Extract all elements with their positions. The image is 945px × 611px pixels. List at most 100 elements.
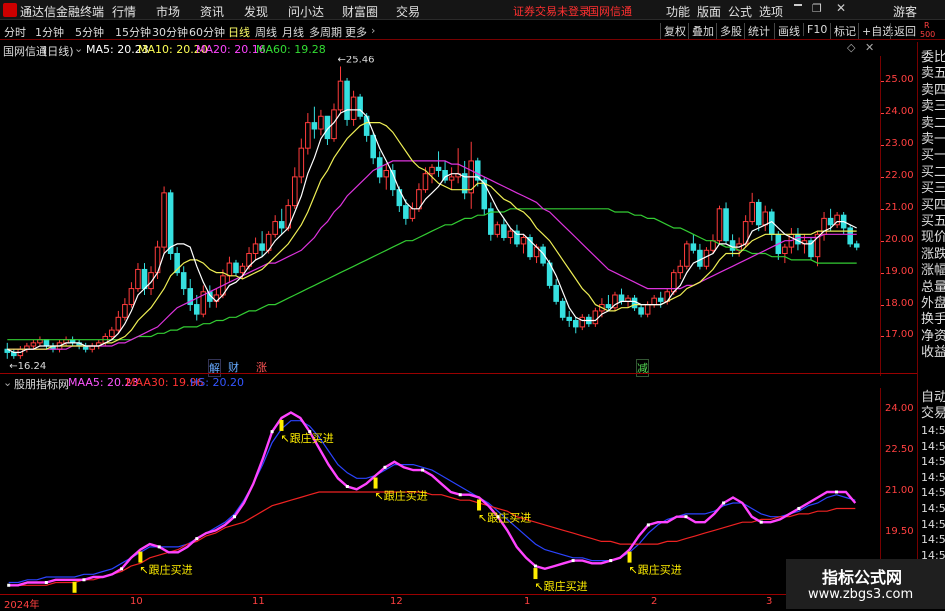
period-1min[interactable]: 1分钟 [35,24,64,40]
menu-market[interactable]: 市场 [156,3,180,20]
candle [775,231,782,260]
candlestick-chart[interactable]: ←25.46 ←16.24 [0,56,917,376]
candle [651,294,657,308]
candle [579,314,586,331]
period-30min[interactable]: 30分钟 [152,24,188,40]
side-panel-label[interactable]: 14:56 [921,455,945,468]
time-tick: 10 [130,596,143,607]
side-panel-label[interactable]: 14:56 [921,471,945,484]
maa5-dot [232,515,236,519]
indicator-tick: 22.50 [885,443,914,455]
candle [233,259,239,276]
period-weekly[interactable]: 周线 [255,24,277,40]
diamond-icon[interactable]: ◇ [847,41,855,54]
candle [559,298,566,321]
period-more[interactable]: 更多 [345,24,367,40]
period-monthly[interactable]: 月线 [282,24,304,40]
candle [305,113,311,155]
tool-mark[interactable]: 标记 [830,23,859,39]
maa5-dot [684,515,688,519]
tool-stats[interactable]: 统计 [744,23,773,39]
period-daily[interactable]: 日线 [228,24,250,40]
indicator-settings-icon[interactable]: ⌄ [74,42,83,55]
side-panel-label[interactable]: 交易 [921,402,945,421]
restore-icon[interactable]: ❐ [812,2,822,15]
candle [834,212,840,228]
event-marker-reduce[interactable]: 减 [636,359,649,377]
maa5-dot [120,567,124,571]
maa5-dot [571,559,575,563]
candle [494,221,501,238]
candle [742,215,749,248]
indicator-chart[interactable]: ↖跟庄买进 ↖跟庄买进 ↖跟庄买进 ↖跟庄买进 ↖跟庄买进 ↖跟庄买进 ↖跟庄买进 [0,388,917,594]
side-panel-label[interactable]: 14:56 [921,424,945,437]
candle [703,247,710,270]
maa5-dot [646,523,650,527]
svg-text:↖跟庄买进: ↖跟庄买进 [478,510,531,524]
period-multi[interactable]: 多周期 [309,24,342,40]
menu-formula[interactable]: 公式 [728,3,752,20]
menu-function[interactable]: 功能 [666,3,690,20]
price-tick: 19.00 [885,265,914,277]
menu-fortune-circle[interactable]: 财富圈 [342,3,378,20]
tool-adjust[interactable]: 复权 [660,23,689,39]
period-5min[interactable]: 5分钟 [75,24,104,40]
side-panel-label[interactable]: 14:56 [921,486,945,499]
period-15min[interactable]: 15分钟 [115,24,151,40]
minimize-icon[interactable] [794,4,802,6]
buy-signal[interactable]: ↖跟庄买进 [138,551,193,577]
chevron-right-icon[interactable]: › [371,24,375,37]
menu-news[interactable]: 资讯 [200,3,224,20]
price-tick: 25.00 [885,74,914,86]
candle [24,342,30,353]
app-logo-icon [3,3,17,17]
buy-signal[interactable]: ↖跟庄买进 [627,551,682,577]
menu-xiaoda[interactable]: 问小达 [288,3,324,20]
maa5-line [8,411,857,587]
buy-signal[interactable]: ↖跟庄买进 [533,568,588,593]
menu-discover[interactable]: 发现 [244,3,268,20]
side-panel-label[interactable]: 14:56 [921,440,945,453]
corner-r: R [924,21,930,30]
buy-signal[interactable]: ↖跟庄买进 [373,477,428,503]
candle [291,167,298,209]
period-intraday[interactable]: 分时 [4,24,26,40]
ma10-line [7,121,857,350]
current-stock-label: 国网信通 [588,5,632,18]
candle [435,151,442,177]
corner-num: 500 [920,30,936,39]
menu-trade[interactable]: 交易 [396,3,420,20]
candle [409,202,416,222]
tool-back[interactable]: 返回 [890,23,919,39]
side-panel-label[interactable]: 14:56 [921,502,945,515]
panel-close-icon[interactable]: ✕ [865,41,874,54]
ma60-line [7,208,857,341]
period-60min[interactable]: 60分钟 [189,24,225,40]
candle [161,186,167,254]
event-marker-unlock[interactable]: 解 [208,359,221,377]
login-warning[interactable]: 证券交易未登录 [513,3,590,19]
candle [95,339,102,350]
price-tick-mark [881,144,884,146]
price-tick-mark [881,272,884,274]
side-panel-label[interactable]: 收益 [921,341,945,360]
tool-overlay[interactable]: 叠加 [688,23,717,39]
side-panel-label[interactable]: 14:56 [921,518,945,531]
tool-draw[interactable]: 画线 [774,23,803,39]
candle [69,336,76,347]
close-icon[interactable]: ✕ [836,1,846,15]
candle [723,202,729,244]
candle [128,282,135,308]
menu-layout[interactable]: 版面 [697,3,721,20]
maa5-dot [44,581,48,585]
tool-multistock[interactable]: 多股 [716,23,745,39]
svg-text:↖跟庄买进: ↖跟庄买进 [139,563,192,577]
tool-f10[interactable]: F10 [803,23,830,36]
side-panel-label[interactable]: 14:56 [921,533,945,546]
menu-bar: 通达信金融终端 行情 市场 资讯 发现 问小达 财富圈 交易 证券交易未登录 国… [0,0,945,20]
price-tick: 22.00 [885,169,914,181]
guest-label[interactable]: 游客 [893,3,917,20]
menu-quotes[interactable]: 行情 [112,3,136,20]
buy-signal[interactable]: ↖跟庄买进 [72,581,127,594]
menu-options[interactable]: 选项 [759,3,783,20]
